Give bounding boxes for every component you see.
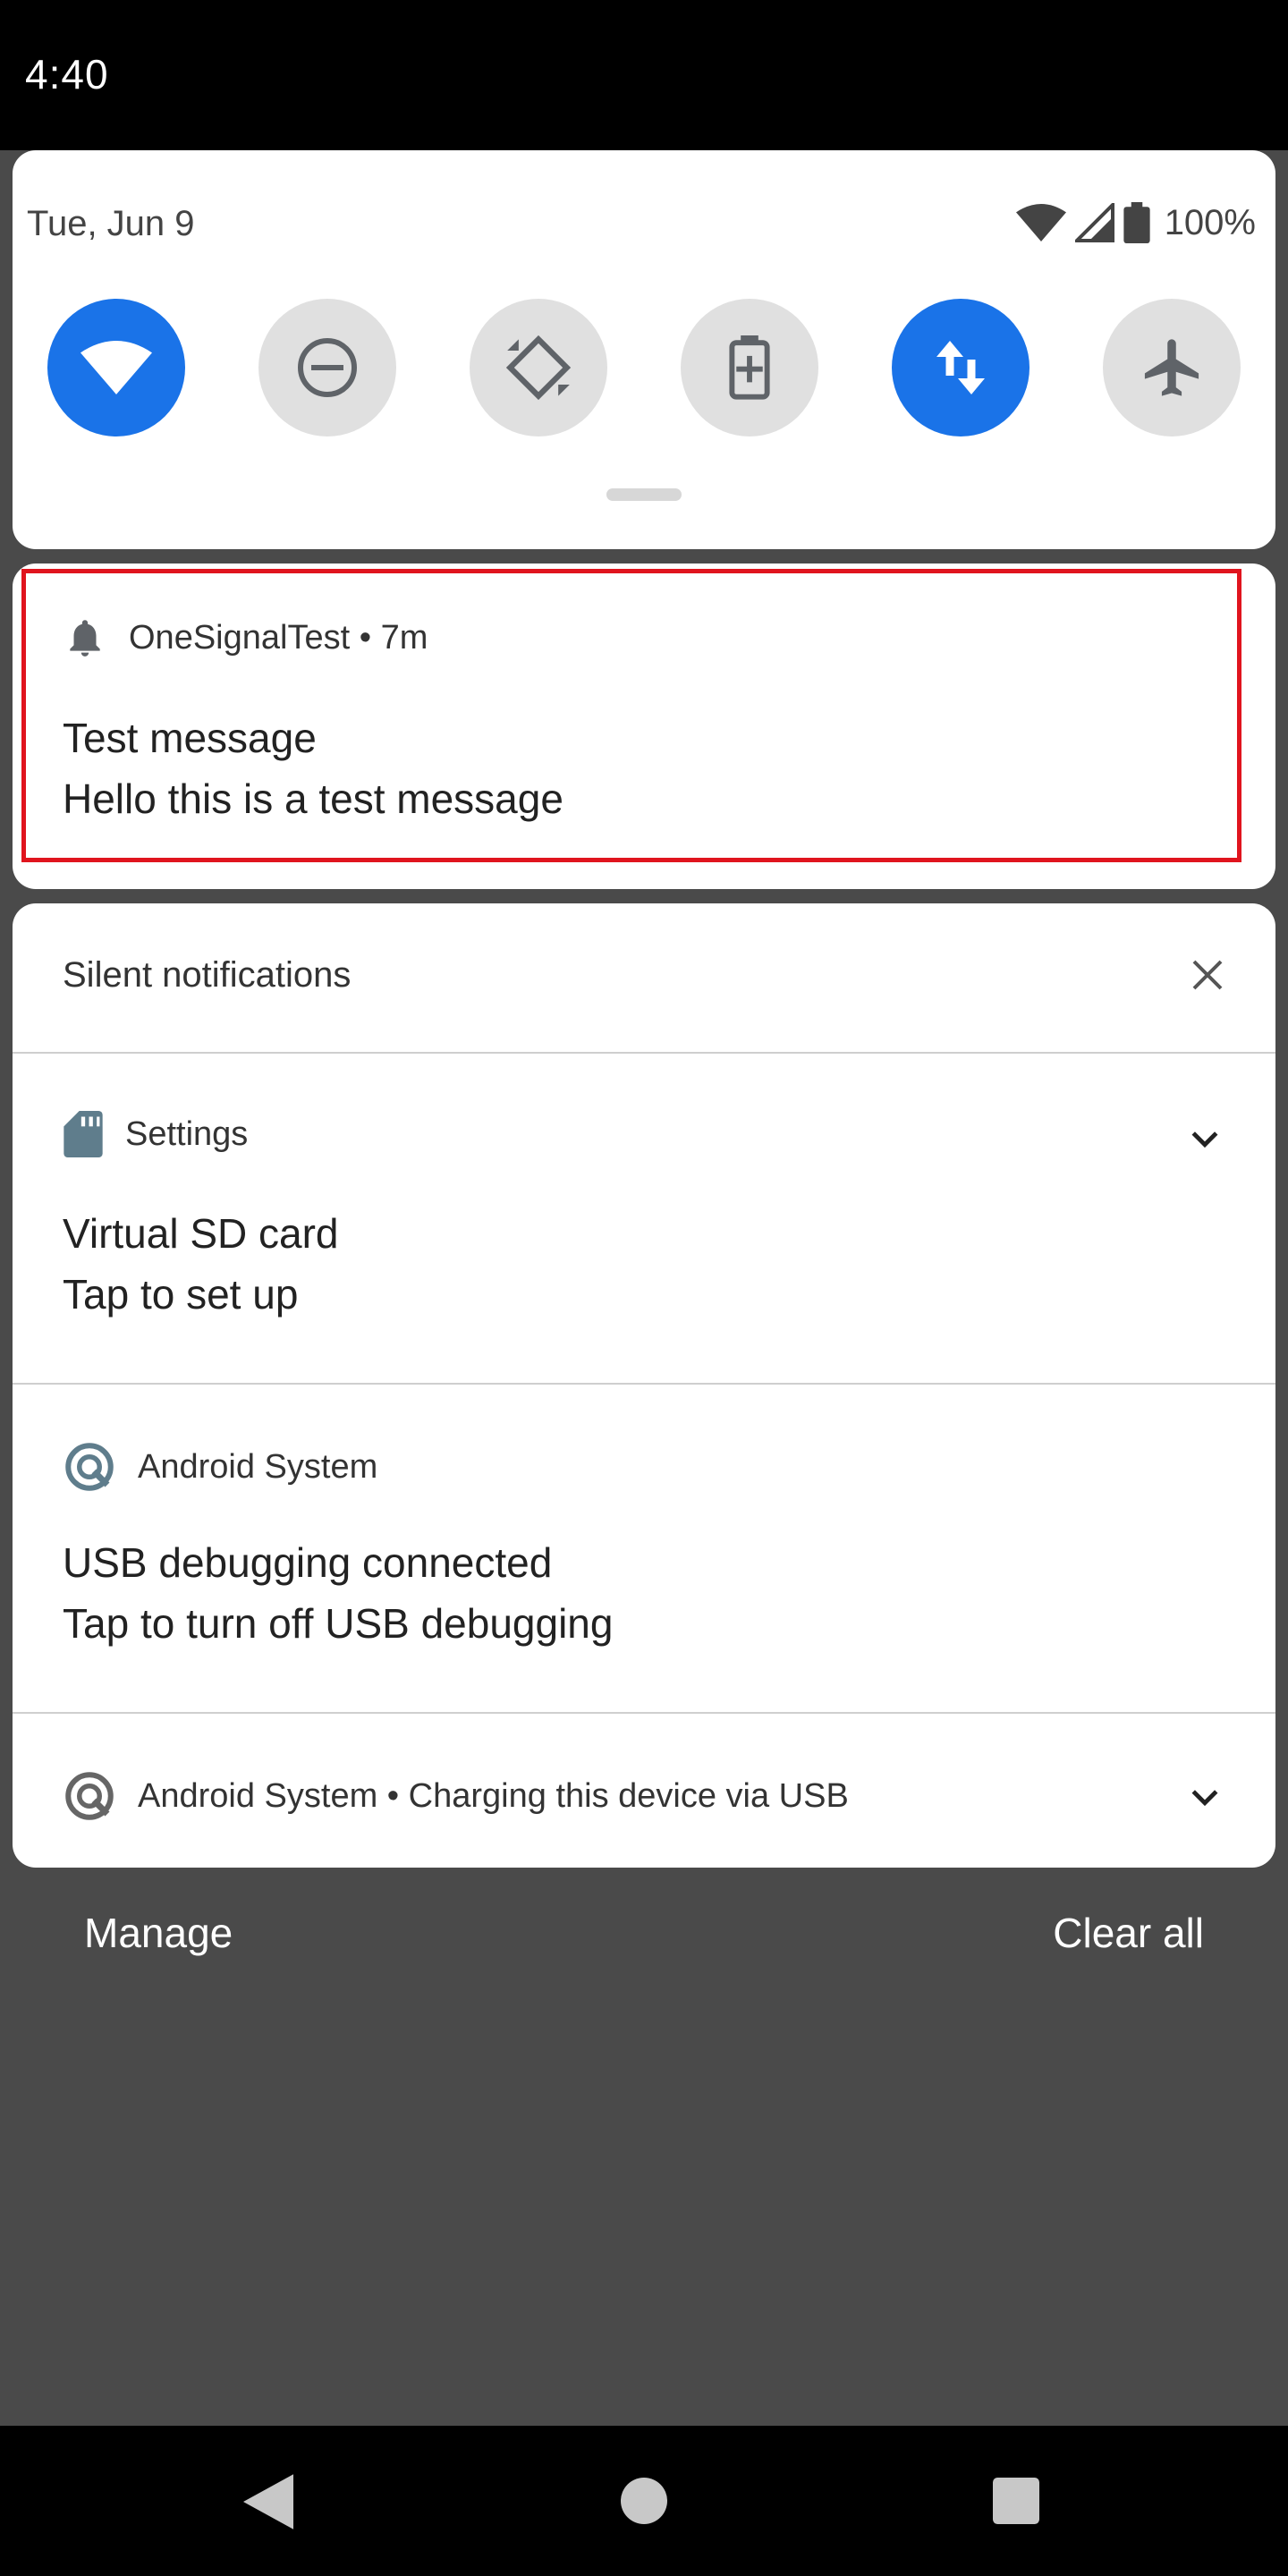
separator-dot: • [359, 618, 381, 657]
mobile-data-tile[interactable] [892, 299, 1030, 436]
notification-app-name: Settings [125, 1114, 249, 1153]
android-system-icon [65, 1772, 114, 1820]
manage-button[interactable]: Manage [84, 1909, 233, 1957]
airplane-mode-icon [1144, 339, 1199, 396]
notification-time: 7m [380, 618, 428, 657]
notification-title: Test message [63, 715, 317, 761]
notification-summary: Charging this device via USB [408, 1776, 849, 1815]
notification-header: OneSignalTest • 7m [63, 615, 428, 660]
divider [13, 1052, 1275, 1054]
quick-settings-panel: Tue, Jun 9 100% [13, 150, 1275, 549]
navigation-bar [0, 2426, 1288, 2576]
android-system-icon [65, 1443, 114, 1491]
close-icon[interactable] [1190, 957, 1225, 993]
silent-notifications-card: Silent notifications Settings Virtual SD… [13, 903, 1275, 1868]
chevron-down-icon[interactable] [1190, 1787, 1220, 1809]
back-icon[interactable] [243, 2474, 293, 2529]
qs-drag-handle[interactable] [606, 488, 682, 501]
notification-header: Settings [63, 1111, 248, 1157]
cell-signal-icon [1074, 203, 1114, 242]
bell-icon [70, 620, 100, 657]
clear-all-button[interactable]: Clear all [1053, 1909, 1204, 1957]
battery-saver-icon [729, 335, 770, 400]
notification-text: Tap to set up [63, 1271, 299, 1318]
qs-date[interactable]: Tue, Jun 9 [27, 204, 195, 244]
status-bar: 4:40 [0, 0, 1288, 150]
qs-tiles [13, 299, 1275, 438]
status-time: 4:40 [25, 51, 109, 97]
notification-text: Hello this is a test message [63, 775, 564, 822]
notification-app-name: Android System [138, 1776, 378, 1815]
wifi-tile[interactable] [47, 299, 185, 436]
notification-text: Tap to turn off USB debugging [63, 1600, 614, 1647]
chevron-down-icon[interactable] [1190, 1129, 1220, 1150]
notification-app-name: OneSignalTest [129, 618, 351, 657]
separator-dot: • [386, 1776, 409, 1815]
notification-header: Android System • Charging this device vi… [63, 1769, 849, 1823]
wifi-icon [80, 341, 152, 394]
divider [13, 1712, 1275, 1714]
airplane-mode-tile[interactable] [1103, 299, 1241, 436]
auto-rotate-icon [505, 335, 572, 401]
home-icon[interactable] [621, 2478, 667, 2524]
silent-header: Silent notifications [63, 955, 352, 995]
notification-app-name: Android System [138, 1447, 378, 1486]
notification-title: USB debugging connected [63, 1539, 553, 1586]
auto-rotate-tile[interactable] [470, 299, 607, 436]
do-not-disturb-icon [298, 338, 357, 397]
wifi-signal-icon [1015, 204, 1066, 242]
notification-header: Android System [63, 1440, 377, 1494]
battery-saver-tile[interactable] [681, 299, 818, 436]
mobile-data-icon [936, 341, 985, 394]
do-not-disturb-tile[interactable] [258, 299, 396, 436]
notification-card-onesignal[interactable]: OneSignalTest • 7m Test message Hello th… [13, 564, 1275, 889]
notification-title: Virtual SD card [63, 1210, 339, 1257]
battery-icon [1123, 202, 1150, 243]
sd-card-icon [64, 1111, 103, 1157]
qs-status-icons: 100% [1015, 200, 1256, 245]
battery-percent: 100% [1164, 202, 1256, 242]
divider [13, 1383, 1275, 1385]
recents-icon[interactable] [993, 2478, 1039, 2524]
